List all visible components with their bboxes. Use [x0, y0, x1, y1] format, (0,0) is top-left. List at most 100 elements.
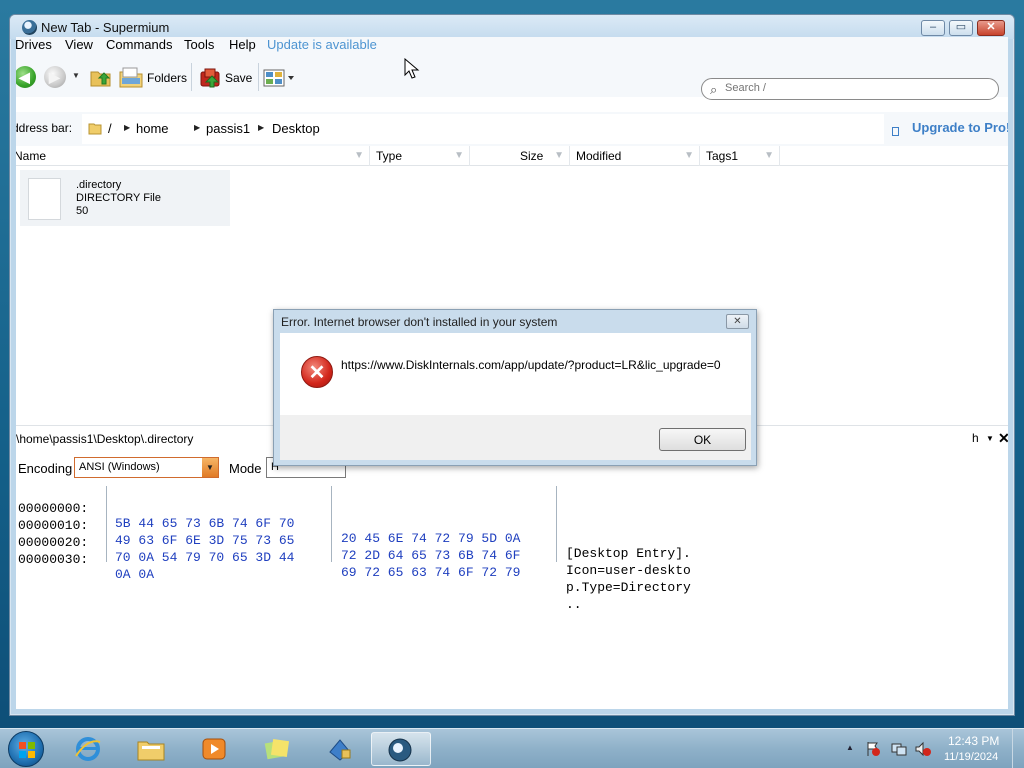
search-box[interactable]: ⌕: [701, 78, 999, 100]
taskbar-internet-explorer[interactable]: [62, 732, 116, 766]
hex-divider: [331, 486, 332, 562]
upgrade-icon: [892, 127, 899, 136]
column-header: Name ▼ Type ▼ Size ▼ Modified ▼ Tags1 ▼: [16, 146, 1008, 166]
column-tags-label: Tags1: [706, 149, 739, 163]
taskbar-supermium[interactable]: [371, 732, 431, 766]
hex-file-path: \home\passis1\Desktop\.directory: [16, 432, 194, 446]
view-mode-icon[interactable]: [263, 68, 297, 88]
close-window-button[interactable]: ✕: [977, 20, 1005, 36]
hex-bytes[interactable]: 0A 0A: [115, 567, 154, 582]
column-name[interactable]: Name ▼: [16, 146, 370, 166]
history-dropdown-icon[interactable]: ▼: [72, 71, 80, 80]
hex-ascii[interactable]: ..: [566, 597, 582, 612]
hex-h-label[interactable]: h: [972, 431, 979, 445]
crumb-arrow-icon[interactable]: ▶: [258, 123, 264, 132]
action-center-flag-icon[interactable]: [866, 741, 880, 757]
back-button[interactable]: ◀: [16, 66, 36, 88]
hex-viewer-panel: \home\passis1\Desktop\.directory h ▼ ✕ E…: [16, 425, 1008, 709]
file-icon: [28, 178, 61, 220]
filter-icon[interactable]: ▼: [764, 150, 774, 161]
show-desktop-button[interactable]: [1012, 729, 1024, 768]
encoding-select[interactable]: ANSI (Windows) ▼: [74, 457, 219, 478]
minimize-button[interactable]: –: [921, 20, 945, 36]
chevron-down-icon[interactable]: ▼: [202, 458, 218, 477]
crumb-root[interactable]: /: [108, 121, 112, 136]
maximize-button[interactable]: ▭: [949, 20, 973, 36]
arrow-right-icon: ▶: [49, 69, 60, 85]
taskbar-file-explorer[interactable]: [125, 732, 179, 766]
column-type[interactable]: Type ▼: [370, 146, 470, 166]
column-size-label: Size: [520, 149, 544, 163]
menu-help[interactable]: Help: [229, 37, 256, 52]
mouse-cursor-icon: [404, 58, 420, 79]
address-breadcrumb[interactable]: / ▶ home ▶ passis1 ▶ Desktop: [82, 114, 884, 144]
window-title: New Tab - Supermium: [41, 20, 170, 35]
hex-divider: [106, 486, 107, 562]
error-dialog: Error. Internet browser don't installed …: [273, 309, 757, 466]
folder-icon: [137, 741, 165, 761]
menu-tools[interactable]: Tools: [184, 37, 214, 52]
upgrade-to-pro-link[interactable]: Upgrade to Pro!: [912, 120, 1008, 135]
ok-button[interactable]: OK: [659, 428, 746, 451]
show-hidden-icons-icon[interactable]: ▲: [846, 743, 854, 752]
hex-bytes[interactable]: 5B 44 65 73 6B 74 6F 70: [115, 516, 294, 531]
column-modified[interactable]: Modified ▼: [570, 146, 700, 166]
crumb-desktop[interactable]: Desktop: [272, 121, 320, 136]
clock-time[interactable]: 12:43 PM: [948, 734, 999, 748]
menu-view[interactable]: View: [65, 37, 93, 52]
file-type: DIRECTORY File: [76, 192, 161, 204]
start-button[interactable]: [8, 731, 44, 767]
file-item[interactable]: .directory DIRECTORY File 50: [20, 170, 230, 226]
hex-ascii[interactable]: Icon=user-deskto: [566, 563, 691, 578]
crumb-passis1[interactable]: passis1: [206, 121, 250, 136]
hex-divider: [556, 486, 557, 562]
hex-bytes[interactable]: 72 2D 64 65 73 6B 74 6F: [341, 548, 520, 563]
hex-bytes[interactable]: 20 45 6E 74 72 79 5D 0A: [341, 531, 520, 546]
filter-icon[interactable]: ▼: [354, 150, 364, 161]
update-available-link[interactable]: Update is available: [267, 37, 377, 52]
search-input[interactable]: [725, 82, 985, 94]
dialog-message: https://www.DiskInternals.com/app/update…: [341, 358, 721, 372]
hex-ascii[interactable]: [Desktop Entry].: [566, 546, 691, 561]
dialog-close-button[interactable]: ✕: [726, 314, 749, 329]
dialog-title: Error. Internet browser don't installed …: [281, 315, 558, 329]
filter-icon[interactable]: ▼: [684, 150, 694, 161]
folder-icon: [88, 123, 102, 135]
address-bar-row: Address bar: / ▶ home ▶ passis1 ▶ Deskto…: [16, 112, 1008, 146]
hex-offset: 00000030:: [18, 552, 89, 567]
up-folder-icon[interactable]: [90, 67, 112, 87]
chevron-down-icon[interactable]: ▼: [986, 434, 994, 443]
forward-button[interactable]: ▶: [44, 66, 66, 88]
filter-icon[interactable]: ▼: [554, 150, 564, 161]
encoding-value: ANSI (Windows): [79, 461, 160, 473]
hex-row: 00000000: 5B 44 65 73 6B 74 6F 70 20 45 …: [16, 486, 691, 561]
crumb-arrow-icon[interactable]: ▶: [124, 123, 130, 132]
column-tags[interactable]: Tags1 ▼: [700, 146, 780, 166]
column-size[interactable]: Size ▼: [470, 146, 570, 166]
hex-bytes[interactable]: 69 72 65 63 74 6F 72 79: [341, 565, 520, 580]
network-icon[interactable]: [891, 741, 907, 757]
clock-date[interactable]: 11/19/2024: [944, 751, 998, 763]
title-bar[interactable]: New Tab - Supermium – ▭ ✕: [10, 15, 1014, 39]
mode-label: Mode: [229, 461, 262, 476]
volume-muted-icon[interactable]: [915, 741, 931, 757]
taskbar-app[interactable]: [314, 732, 368, 766]
hex-bytes[interactable]: 49 63 6F 6E 3D 75 73 65: [115, 533, 294, 548]
supermium-app-icon: [22, 20, 37, 35]
crumb-arrow-icon[interactable]: ▶: [194, 123, 200, 132]
hex-ascii[interactable]: p.Type=Directory: [566, 580, 691, 595]
menu-commands[interactable]: Commands: [106, 37, 172, 52]
error-icon: ✕: [301, 356, 333, 388]
filter-icon[interactable]: ▼: [454, 150, 464, 161]
taskbar: ▲ 12:43 PM 11/19/2024: [0, 728, 1024, 768]
crumb-home[interactable]: home: [136, 121, 169, 136]
dialog-footer: OK: [280, 415, 751, 460]
search-icon[interactable]: ⌕: [710, 82, 717, 98]
menu-drives[interactable]: Drives: [16, 37, 52, 52]
hex-bytes[interactable]: 70 0A 54 79 70 65 3D 44: [115, 550, 294, 565]
toolbar-separator: [191, 63, 192, 91]
internet-explorer-icon: [75, 737, 101, 761]
taskbar-media-player[interactable]: [188, 732, 242, 766]
close-panel-button[interactable]: ✕: [998, 430, 1008, 447]
taskbar-sticky-notes[interactable]: [251, 732, 305, 766]
